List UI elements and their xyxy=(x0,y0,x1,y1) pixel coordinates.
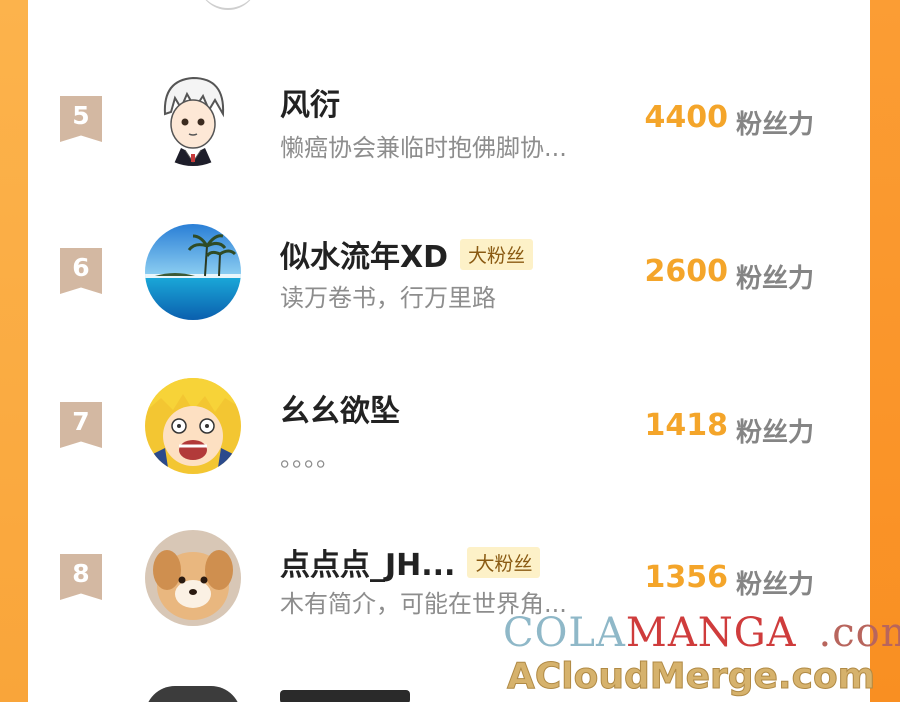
avatar[interactable] xyxy=(145,378,241,474)
avatar-image xyxy=(145,530,241,626)
big-fan-badge: 大粉丝 xyxy=(460,238,534,270)
next-name-fragment xyxy=(280,690,410,702)
user-name[interactable]: 风衍 xyxy=(280,80,340,124)
fan-power-score: 4400 xyxy=(644,100,729,135)
fan-power-unit: 粉丝力 xyxy=(736,570,815,600)
user-bio: 读万卷书，行万里路 xyxy=(280,284,496,312)
user-name[interactable]: 点点点_JH... xyxy=(280,540,455,584)
fan-power-score: 1356 xyxy=(644,560,729,595)
big-fan-badge: 大粉丝 xyxy=(467,546,541,578)
ranking-row[interactable]: 5 风衍 懒癌协会兼临时抱佛脚协... 4400 粉丝力 xyxy=(28,58,870,188)
site-watermark: COLAMANGA .com ACloudMerge.com xyxy=(475,610,900,702)
ranking-row[interactable]: 6 似水流年XD 大粉丝 读万卷书，行万里路 2600 粉丝力 xyxy=(28,212,870,342)
rank-badge: 6 xyxy=(60,248,102,294)
avatar[interactable] xyxy=(145,70,241,166)
fan-power-score: 1418 xyxy=(644,408,729,443)
user-name[interactable]: 似水流年XD xyxy=(280,232,448,276)
left-border xyxy=(0,0,28,702)
watermark-brand-b: MANGA xyxy=(625,610,797,656)
avatar-image xyxy=(145,378,241,474)
user-name[interactable]: 幺幺欲坠 xyxy=(280,386,400,430)
watermark-brand-a: COLA xyxy=(503,610,626,656)
rank-badge: 7 xyxy=(60,402,102,448)
watermark-line-1: COLAMANGA .com xyxy=(503,610,900,656)
user-bio: 懒癌协会兼临时抱佛脚协... xyxy=(280,134,567,162)
avatar[interactable] xyxy=(145,530,241,626)
user-bio: 。。。。 xyxy=(280,444,340,472)
fan-power-unit: 粉丝力 xyxy=(736,264,815,294)
ranking-row[interactable]: 7 幺幺欲坠 。。。。 1418 粉丝力 xyxy=(28,366,870,496)
watermark-line-2: ACloudMerge.com xyxy=(506,656,876,698)
rank-badge: 8 xyxy=(60,554,102,600)
previous-avatar-fragment xyxy=(198,0,258,10)
avatar[interactable] xyxy=(145,224,241,320)
right-border xyxy=(870,0,900,702)
rank-badge: 5 xyxy=(60,96,102,142)
avatar-image xyxy=(145,70,241,166)
fan-power-score: 2600 xyxy=(644,254,729,289)
fan-power-unit: 粉丝力 xyxy=(736,418,815,448)
fan-ranking-panel: 5 风衍 懒癌协会兼临时抱佛脚协... 4400 粉丝力 6 似水流年XD 大粉… xyxy=(28,0,870,702)
watermark-domain: .com xyxy=(818,610,900,656)
avatar-image xyxy=(145,224,241,320)
fan-power-unit: 粉丝力 xyxy=(736,110,815,140)
